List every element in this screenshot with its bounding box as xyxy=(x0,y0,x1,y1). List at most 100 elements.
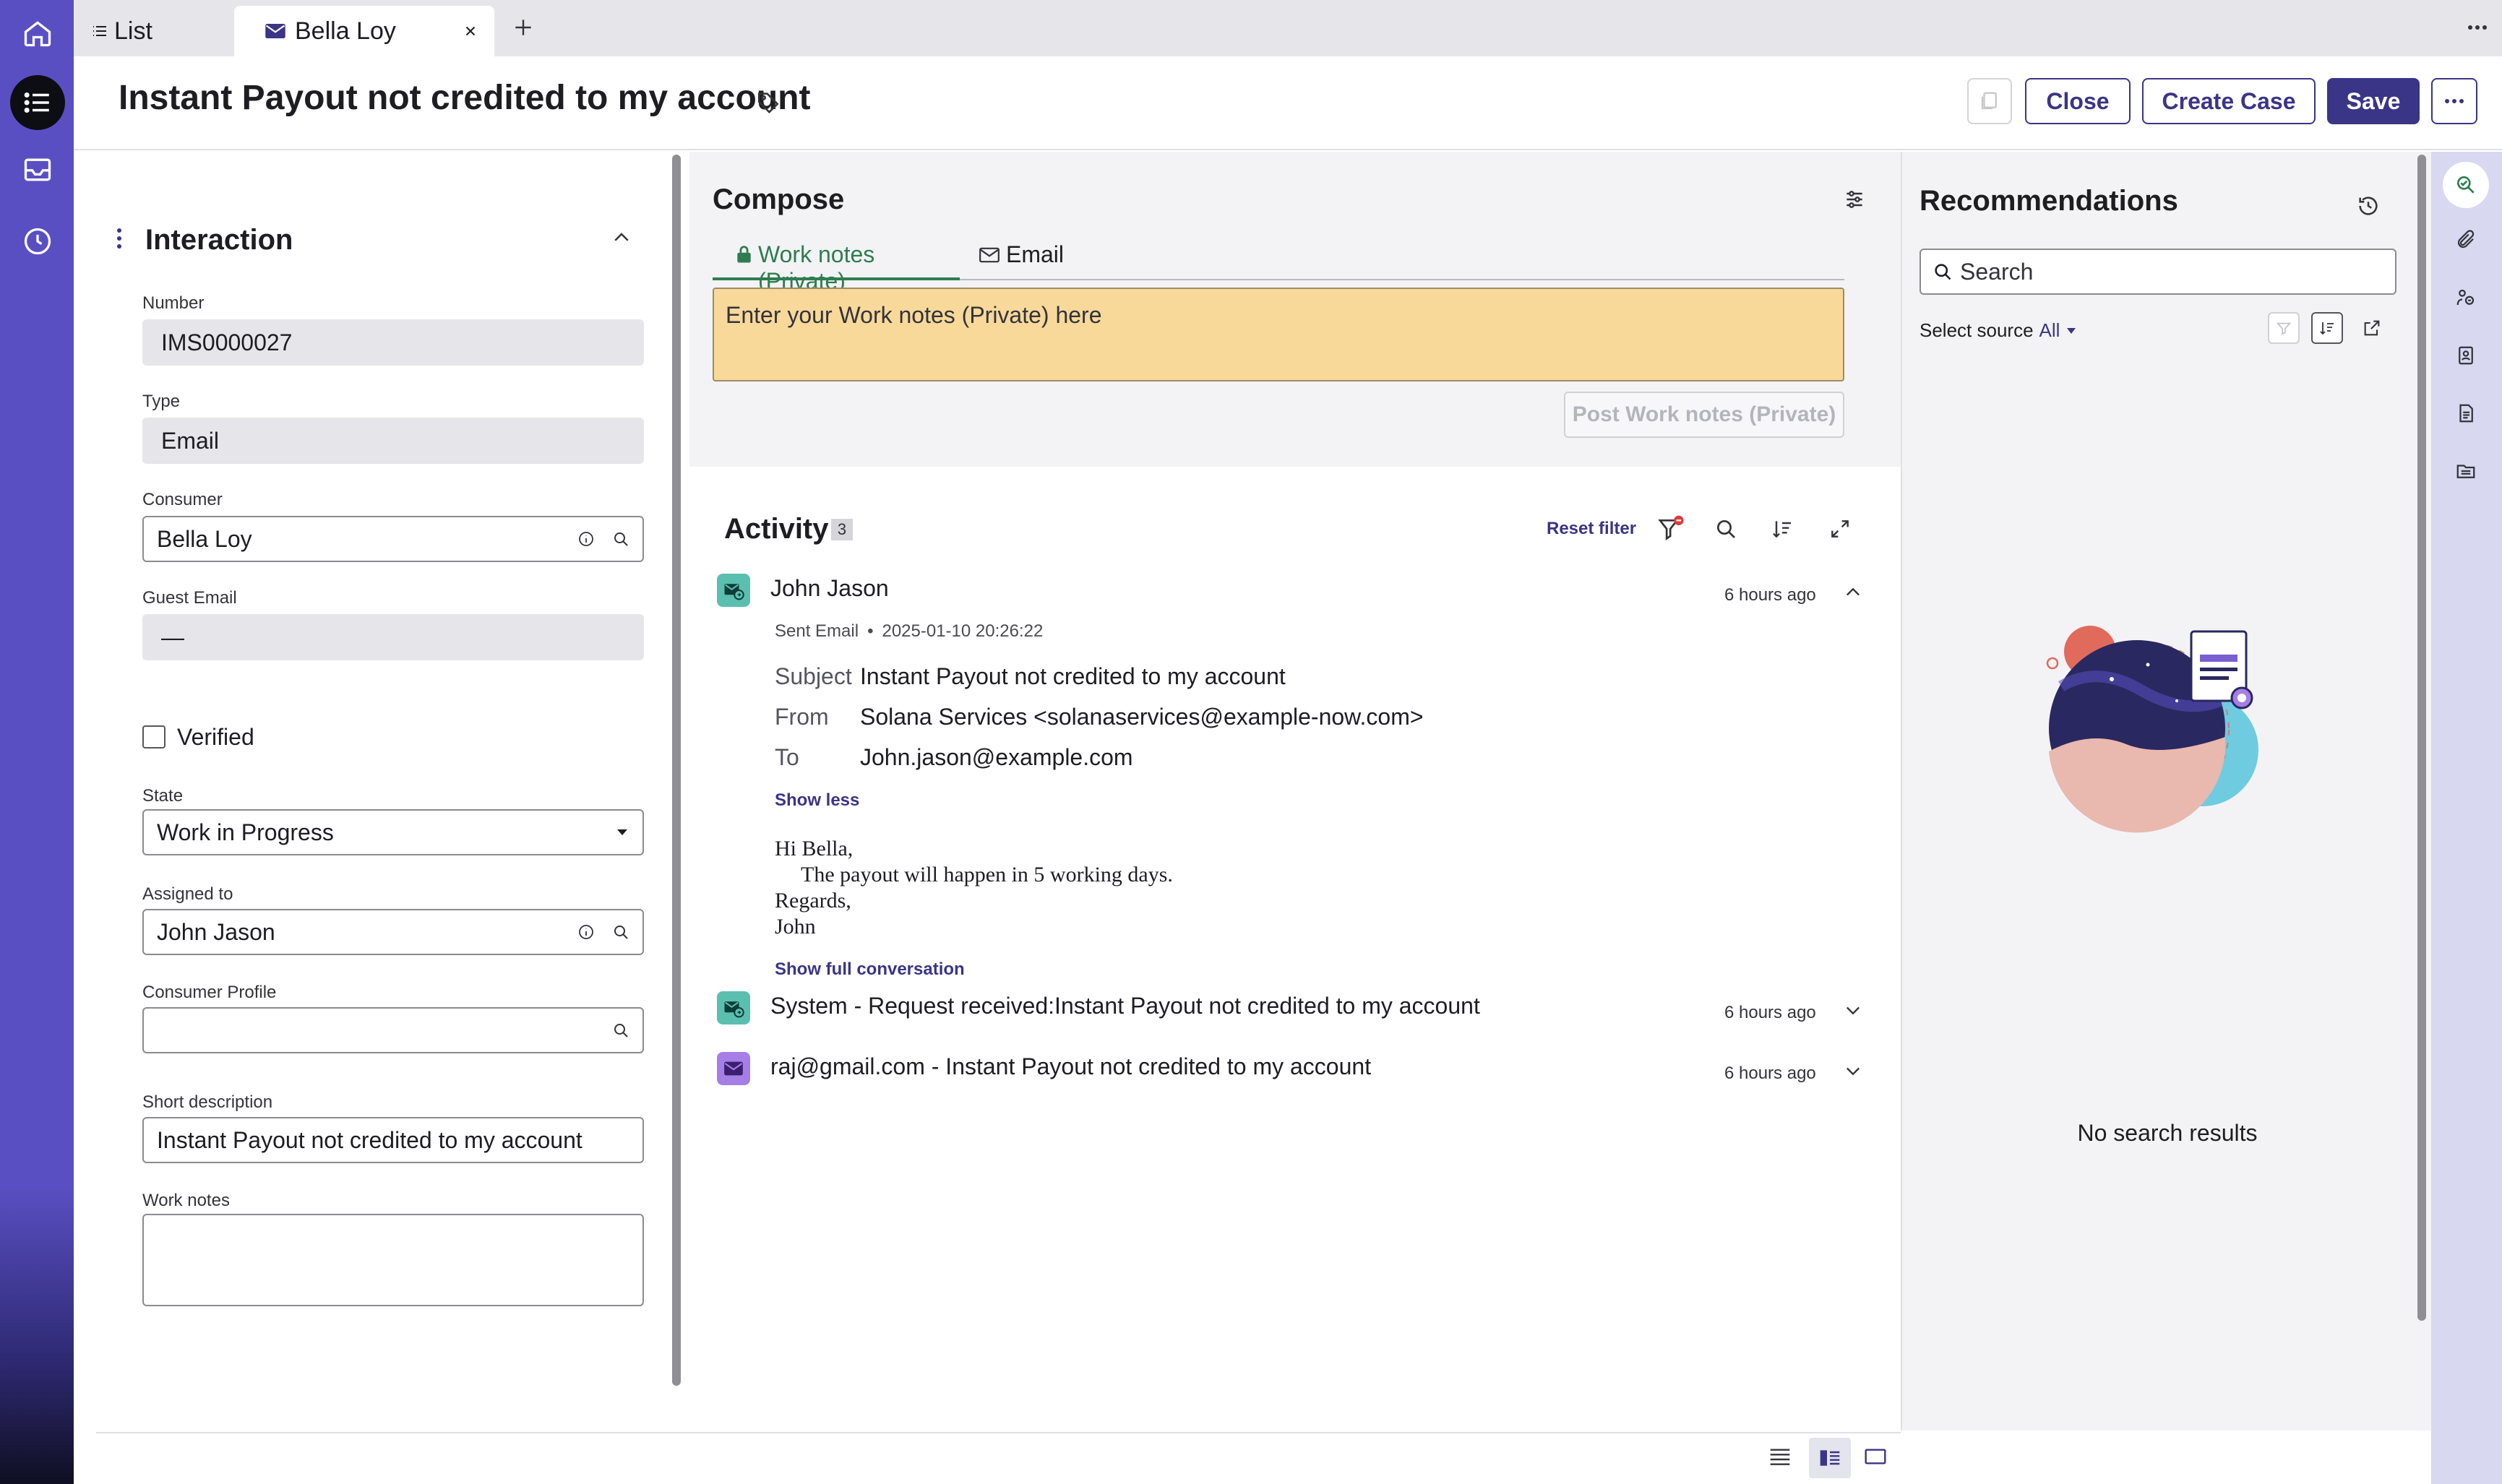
reset-filter-link[interactable]: Reset filter xyxy=(1547,519,1636,539)
expand-icon[interactable] xyxy=(1828,517,1852,540)
email-body-line: Regards, xyxy=(775,889,851,913)
verified-label: Verified xyxy=(177,724,254,750)
short-description-field[interactable]: Instant Payout not credited to my accoun… xyxy=(142,1117,644,1163)
settings-icon[interactable] xyxy=(1843,188,1866,211)
list-layout-icon[interactable] xyxy=(1768,1446,1792,1467)
post-work-notes-button[interactable]: Post Work notes (Private) xyxy=(1564,392,1844,438)
state-value: Work in Progress xyxy=(157,819,334,845)
close-tab-icon[interactable] xyxy=(463,23,478,39)
work-notes-label: Work notes xyxy=(142,1191,230,1210)
select-source[interactable]: Select source All xyxy=(1920,319,2077,342)
close-button[interactable]: Close xyxy=(2025,78,2131,124)
search-icon[interactable] xyxy=(612,1022,629,1039)
filter-icon[interactable] xyxy=(1656,514,1685,543)
work-notes-textarea[interactable]: Enter your Work notes (Private) here xyxy=(713,288,1844,381)
new-tab-icon[interactable] xyxy=(512,16,535,39)
from-label: From xyxy=(775,704,829,730)
tab-bella-loy[interactable]: Bella Loy xyxy=(234,6,494,56)
compose-panel: Compose Work notes (Private) Email Enter… xyxy=(689,152,1901,467)
more-icon[interactable] xyxy=(2466,19,2489,36)
info-icon[interactable] xyxy=(577,530,595,548)
activity-time: 6 hours ago xyxy=(1724,1064,1816,1083)
search-icon xyxy=(1935,264,1951,280)
activity-time: 6 hours ago xyxy=(1724,1003,1816,1022)
recommendations-scrollbar[interactable] xyxy=(2417,155,2426,1321)
tab-email-label: Email xyxy=(1006,241,1065,267)
tab-list[interactable]: List xyxy=(87,6,231,56)
activity-author[interactable]: System - Request received:Instant Payout… xyxy=(770,993,1480,1019)
work-notes-field[interactable] xyxy=(142,1214,644,1306)
recommendations-icon[interactable] xyxy=(2443,162,2489,208)
search-icon[interactable] xyxy=(612,530,629,548)
form-scrollbar[interactable] xyxy=(672,155,681,1386)
to-value: John.jason@example.com xyxy=(860,744,1133,770)
sort-icon[interactable] xyxy=(2311,312,2343,344)
activity-author[interactable]: raj@gmail.com - Instant Payout not credi… xyxy=(770,1053,1371,1080)
consumer-field[interactable]: Bella Loy xyxy=(142,516,644,562)
to-label: To xyxy=(775,744,799,770)
tab-work-notes[interactable]: Work notes (Private) xyxy=(713,241,960,294)
expand-entry-icon[interactable] xyxy=(1843,1061,1863,1081)
history-icon[interactable] xyxy=(2356,194,2381,218)
select-source-label: Select source xyxy=(1920,319,2034,341)
paperclip-icon[interactable] xyxy=(2453,227,2479,253)
mail-icon xyxy=(265,24,285,38)
recommendations-panel: Recommendations Search Select source All xyxy=(1901,152,2431,1431)
save-button[interactable]: Save xyxy=(2327,78,2420,124)
folder-icon[interactable] xyxy=(2453,458,2479,484)
subject-label: Subject xyxy=(775,663,852,689)
number-field: IMS0000027 xyxy=(142,319,644,366)
subject-value: Instant Payout not credited to my accoun… xyxy=(860,663,1286,689)
email-body-line: John xyxy=(775,915,816,939)
state-select[interactable]: Work in Progress xyxy=(142,809,644,855)
verified-checkbox[interactable] xyxy=(142,725,165,749)
show-full-conversation-link[interactable]: Show full conversation xyxy=(775,959,965,980)
short-description-label: Short description xyxy=(142,1092,273,1112)
create-case-button[interactable]: Create Case xyxy=(2142,78,2316,124)
filter-icon[interactable] xyxy=(2268,312,2300,344)
expand-entry-icon[interactable] xyxy=(1843,1000,1863,1020)
split-layout-icon[interactable] xyxy=(1809,1438,1851,1478)
mail-avatar-icon xyxy=(717,1052,750,1085)
show-less-link[interactable]: Show less xyxy=(775,790,859,811)
tab-email[interactable]: Email xyxy=(979,241,1064,280)
number-label: Number xyxy=(142,293,205,313)
document-icon[interactable] xyxy=(2453,400,2479,426)
clock-icon[interactable] xyxy=(10,214,65,269)
search-icon[interactable] xyxy=(612,923,629,941)
search-placeholder: Search xyxy=(1960,258,2034,285)
collapse-section-icon[interactable] xyxy=(611,227,632,249)
compose-title: Compose xyxy=(713,184,845,215)
tab-contact-label: Bella Loy xyxy=(295,17,396,45)
inbox-icon[interactable] xyxy=(10,142,65,197)
mail-icon xyxy=(979,247,999,263)
tab-bar: List Bella Loy xyxy=(74,0,2502,56)
assigned-label: Assigned to xyxy=(142,884,233,904)
consumer-profile-field[interactable] xyxy=(142,1007,644,1053)
search-icon[interactable] xyxy=(1714,517,1737,540)
agent-assist-icon[interactable] xyxy=(2453,285,2479,311)
consumer-profile-label: Consumer Profile xyxy=(142,983,277,1002)
list-icon xyxy=(93,26,106,36)
copy-button[interactable] xyxy=(1967,78,2012,124)
consumer-value: Bella Loy xyxy=(157,525,252,552)
open-external-icon[interactable] xyxy=(2362,318,2382,338)
tag-icon[interactable] xyxy=(756,90,781,114)
sort-icon[interactable] xyxy=(1771,517,1794,540)
no-results-text: No search results xyxy=(2077,1120,2258,1146)
list-icon[interactable] xyxy=(10,75,65,130)
collapse-entry-icon[interactable] xyxy=(1843,582,1863,603)
card-layout-icon[interactable] xyxy=(1864,1446,1887,1467)
email-avatar-icon xyxy=(717,991,750,1024)
info-icon[interactable] xyxy=(577,923,595,941)
home-icon[interactable] xyxy=(10,6,65,61)
assigned-to-field[interactable]: John Jason xyxy=(142,909,644,955)
guest-email-field: — xyxy=(142,614,644,660)
recommendations-search-input[interactable]: Search xyxy=(1920,249,2396,295)
more-actions-button[interactable] xyxy=(2431,78,2477,124)
drag-handle-icon[interactable] xyxy=(116,227,122,250)
contact-card-icon[interactable] xyxy=(2453,342,2479,368)
email-body-line: The payout will happen in 5 working days… xyxy=(801,863,1173,886)
type-label: Type xyxy=(142,392,181,411)
from-value: Solana Services <solanaservices@example-… xyxy=(860,704,1424,730)
